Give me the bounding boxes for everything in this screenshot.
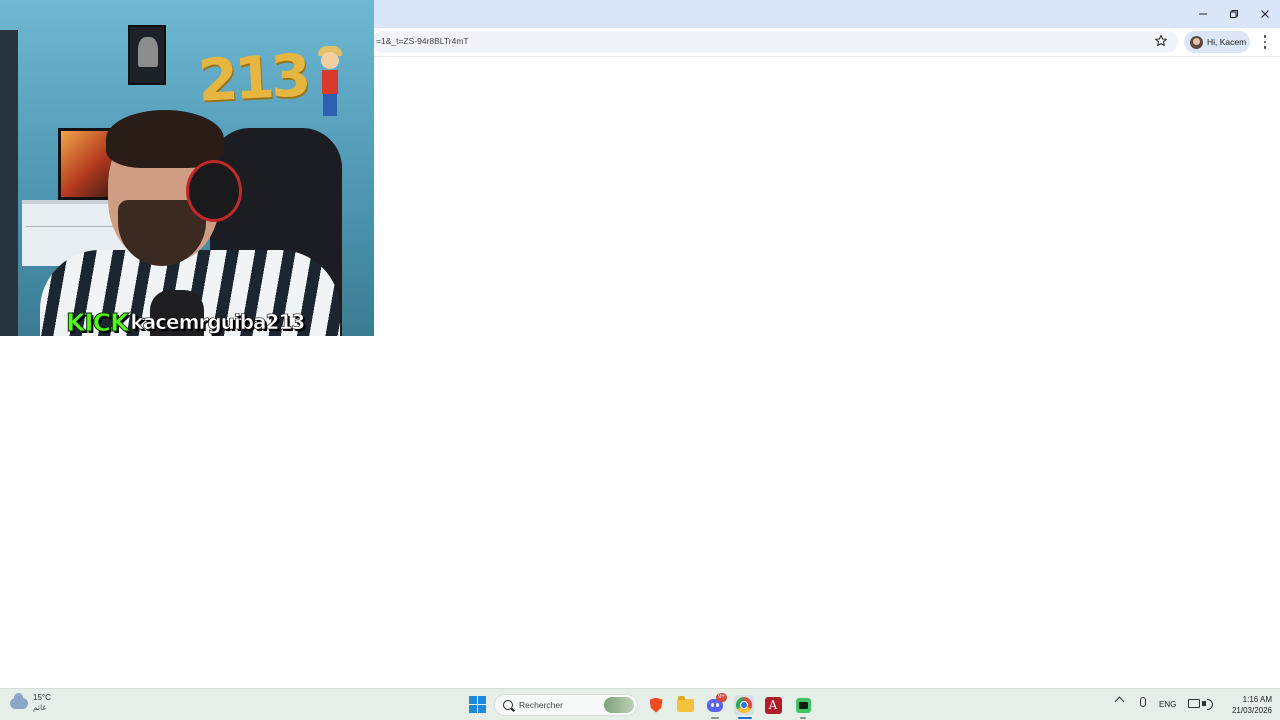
taskbar: 15°C غائم Rechercher 9+ A ENG 1:16 AM 21… [0,688,1280,720]
channel-name: kacemrguiba213 [130,310,305,335]
chevron-up-icon[interactable] [1114,696,1125,707]
avatar [1190,35,1203,49]
weather-condition: غائم [33,703,47,712]
taskbar-chrome[interactable] [734,695,754,715]
browser-menu-button[interactable] [1258,34,1272,50]
balloon-number: 213 [196,41,309,115]
active-indicator [738,717,752,719]
streamer-hair [106,110,224,168]
network-icon[interactable] [1188,699,1200,708]
taskbar-discord[interactable]: 9+ [705,693,727,715]
taskbar-file-explorer[interactable] [675,695,695,715]
restore-button[interactable] [1218,0,1249,28]
running-indicator [711,717,719,719]
bookmark-star-icon[interactable] [1154,34,1168,48]
clock-time: 1:16 AM [1242,695,1272,704]
weather-temp: 15°C [33,693,51,702]
desktop-screen: =1&_t=ZS-94r8BLTr4mT Hi, Kacem 213 KICK … [0,0,1280,720]
acrobat-icon: A [764,696,782,714]
weather-widget[interactable]: 15°C غائم [10,692,51,713]
window-controls [1187,0,1280,28]
url-text[interactable]: =1&_t=ZS-94r8BLTr4mT [376,36,469,46]
kick-logo: KICK [65,307,129,336]
notification-badge: 9+ [716,693,727,702]
headset [186,160,242,222]
address-bar[interactable]: =1&_t=ZS-94r8BLTr4mT [372,31,1178,53]
minimize-icon [1198,13,1207,15]
brave-icon [649,697,663,713]
language-indicator[interactable]: ENG [1159,700,1176,709]
figurine [318,46,342,122]
windows-logo-icon [469,696,477,704]
taskbar-green-app[interactable] [793,695,813,715]
menu-dot-icon [1263,40,1267,44]
app-icon [795,697,811,713]
close-button[interactable] [1249,0,1280,28]
taskbar-brave[interactable] [646,695,666,715]
microphone-icon[interactable] [1140,697,1146,707]
webcam-door [0,30,18,336]
clock[interactable]: 1:16 AM 21/03/2026 [1222,694,1272,716]
chrome-icon [736,697,752,713]
menu-dot-icon [1263,35,1267,38]
close-icon [1260,10,1269,18]
running-indicator [800,717,806,719]
search-highlight-image [604,697,634,713]
wall-poster [128,25,166,85]
restore-icon [1229,10,1238,18]
profile-button[interactable]: Hi, Kacem [1184,31,1250,53]
minimize-button[interactable] [1187,0,1218,28]
stream-banner: KICK kacemrguiba213 [65,307,305,336]
search-icon [503,700,513,710]
start-button[interactable] [469,696,486,713]
clock-date: 21/03/2026 [1231,706,1272,715]
cloud-icon [10,692,28,709]
taskbar-search[interactable]: Rechercher [494,694,638,716]
taskbar-acrobat[interactable]: A [763,695,783,715]
folder-icon [676,695,694,712]
menu-dot-icon [1263,46,1267,49]
profile-label: Hi, Kacem [1207,37,1247,47]
search-placeholder: Rechercher [519,700,563,710]
speaker-icon[interactable] [1202,699,1213,710]
webcam-overlay: 213 KICK kacemrguiba213 [0,0,374,336]
